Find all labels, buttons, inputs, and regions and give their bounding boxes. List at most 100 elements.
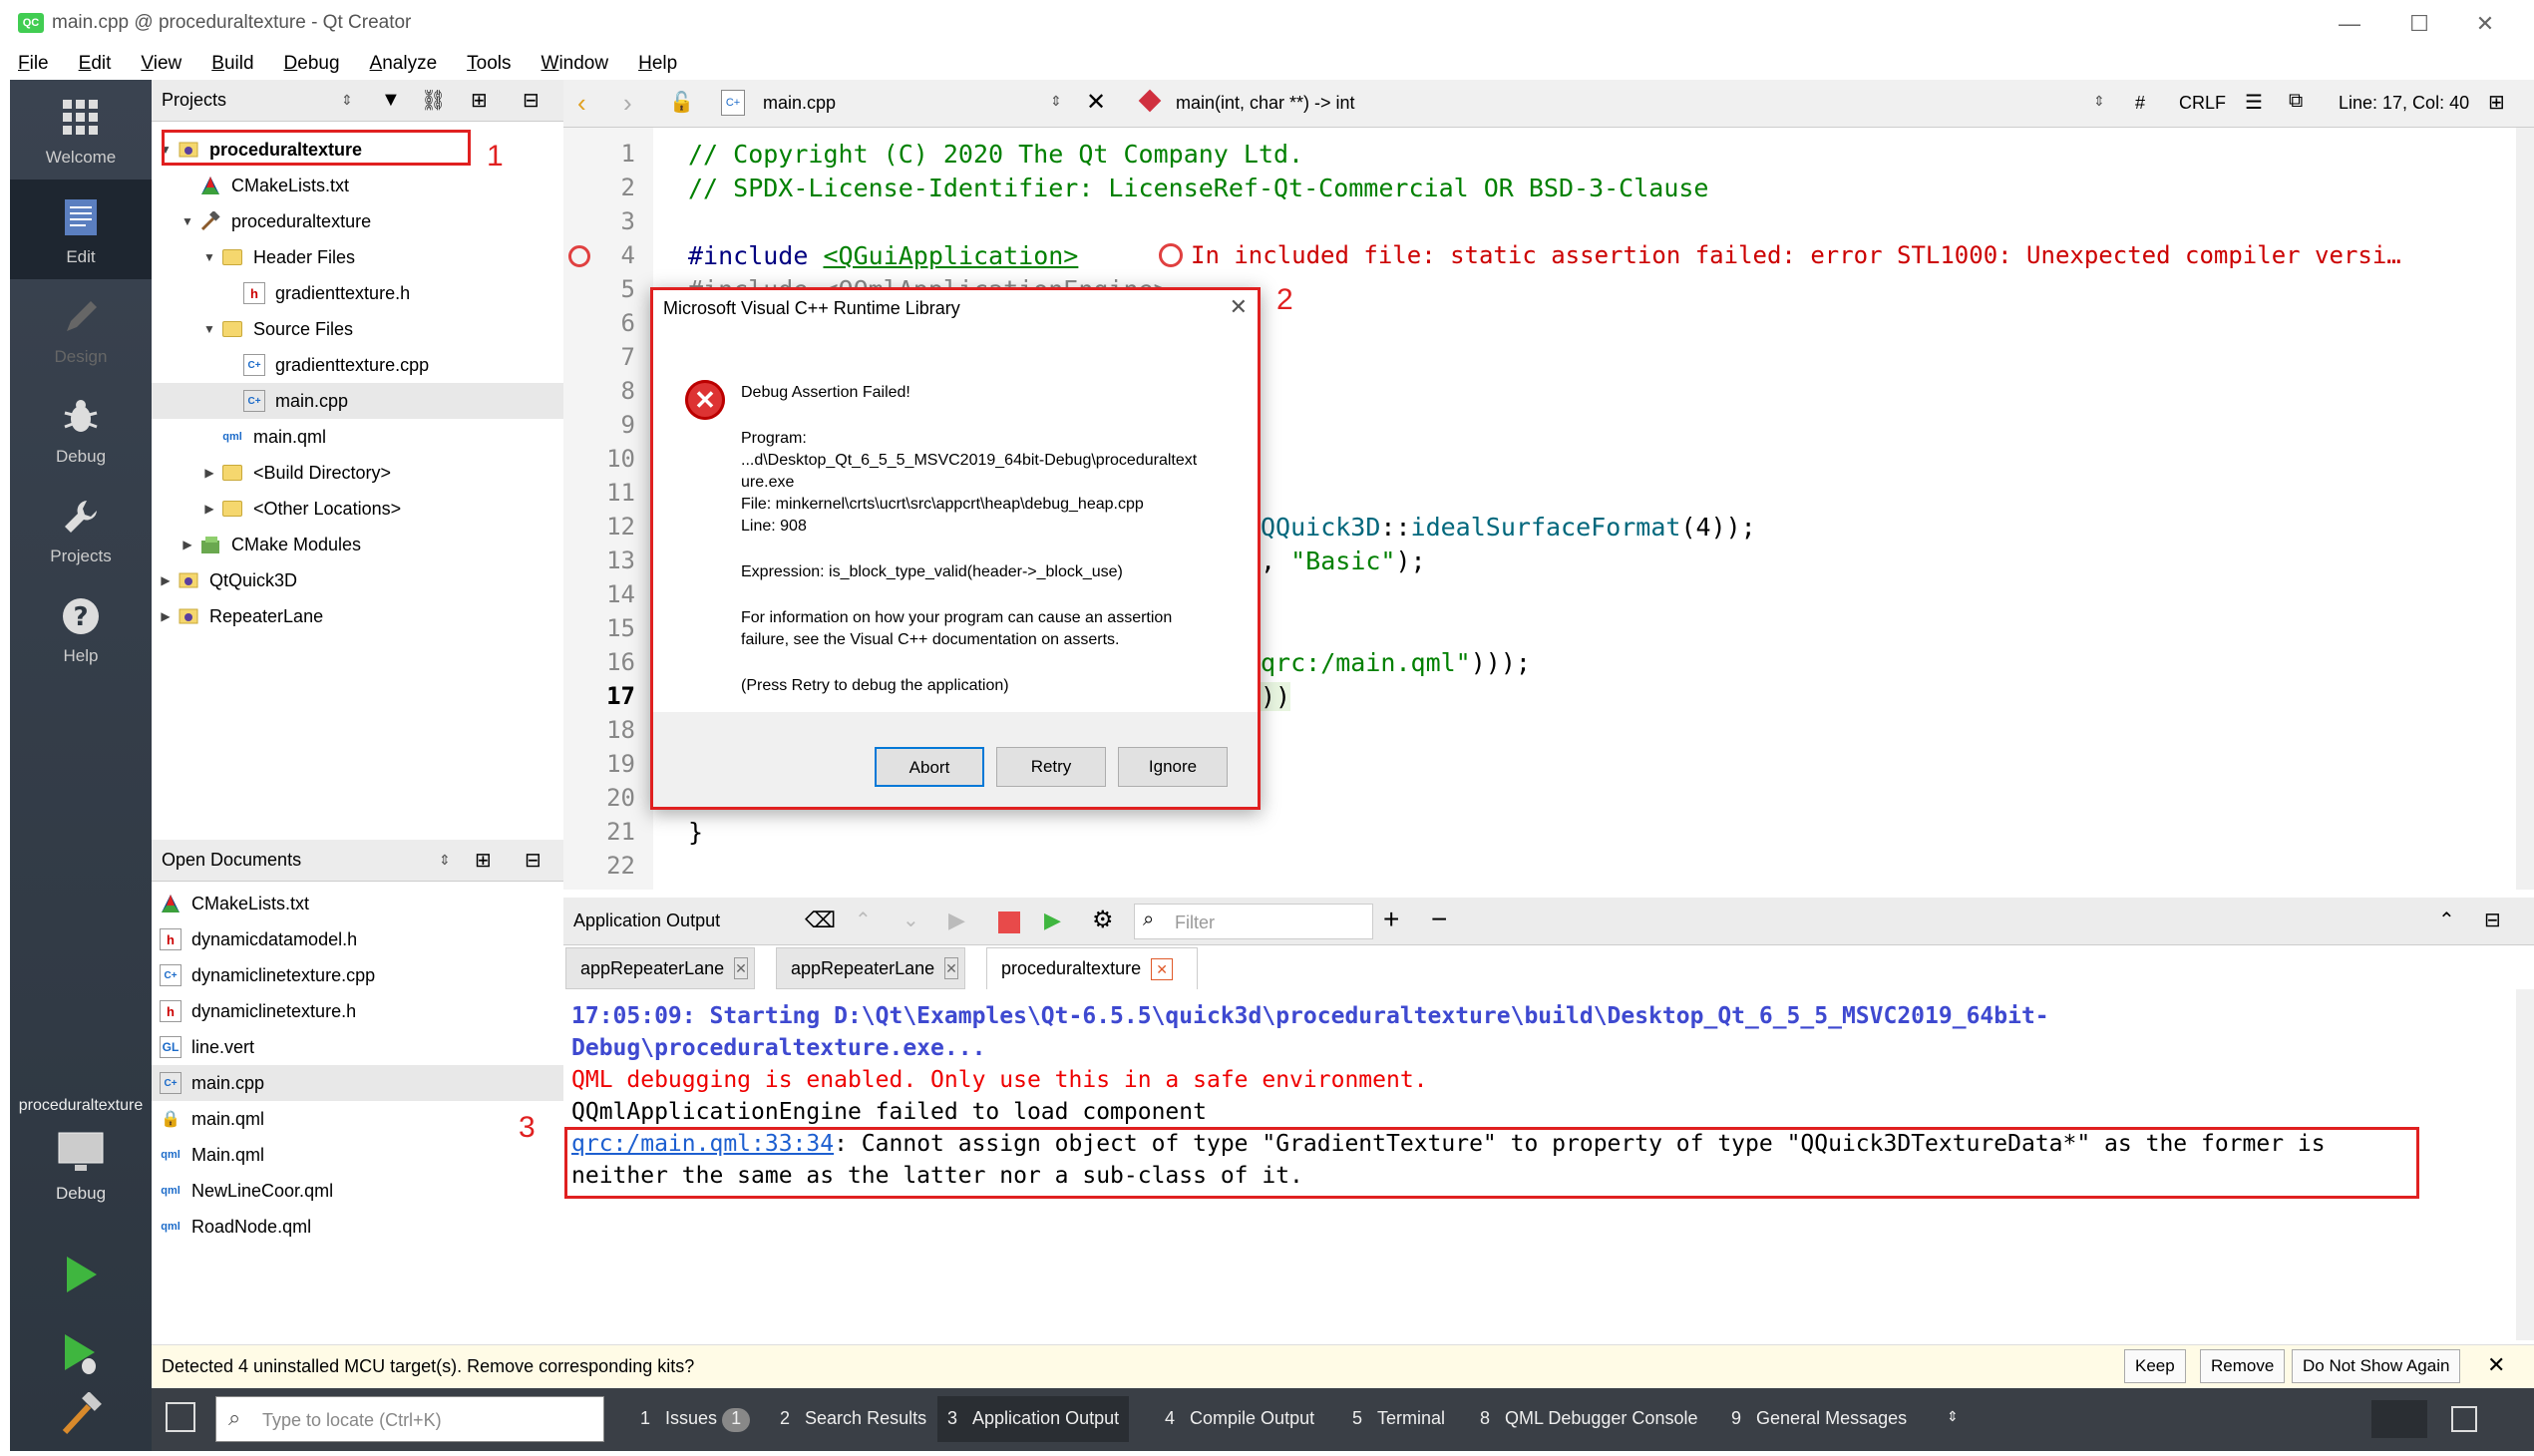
- search-results-pane-button[interactable]: 2 Search Results: [780, 1408, 926, 1429]
- menu-view[interactable]: View: [139, 51, 183, 77]
- menu-edit[interactable]: Edit: [77, 51, 114, 77]
- open-document-row[interactable]: C+ dynamiclinetexture.cpp: [152, 957, 563, 993]
- stop-icon[interactable]: [998, 911, 1020, 933]
- forward-icon[interactable]: ›: [623, 88, 632, 119]
- close-window-button[interactable]: ✕: [2455, 6, 2515, 42]
- attach-debugger-icon[interactable]: ▶: [1044, 908, 1061, 933]
- copy-icon[interactable]: ⧉: [2289, 90, 2303, 113]
- cursor-position[interactable]: Line: 17, Col: 40: [2339, 93, 2469, 114]
- open-document-row[interactable]: h dynamiclinetexture.h: [152, 993, 563, 1029]
- settings-icon[interactable]: ⚙: [1092, 906, 1114, 934]
- file-selector-icon[interactable]: ⇕: [1050, 93, 1062, 110]
- application-output-pane-button[interactable]: 3 Application Output: [937, 1396, 1130, 1442]
- current-file-name[interactable]: main.cpp: [763, 93, 836, 114]
- project-tree-row[interactable]: ▶ QtQuick3D: [152, 562, 563, 598]
- output-scrollbar[interactable]: [2516, 989, 2534, 1340]
- locator-input[interactable]: ⌕ Type to locate (Ctrl+K): [215, 1396, 604, 1442]
- close-tab-icon[interactable]: ✕: [734, 957, 748, 979]
- terminal-pane-button[interactable]: 5 Terminal: [1352, 1408, 1445, 1429]
- output-tab-3[interactable]: proceduraltexture ✕: [986, 947, 1198, 989]
- mode-welcome[interactable]: Welcome: [10, 80, 152, 180]
- split-editor-icon[interactable]: ⊞: [2488, 90, 2505, 115]
- open-document-row[interactable]: CMakeLists.txt: [152, 886, 563, 921]
- close-document-icon[interactable]: ✕: [1086, 88, 1106, 117]
- symbol-dropdown-icon[interactable]: ⇕: [2093, 93, 2105, 110]
- include-header[interactable]: <QGuiApplication>: [823, 241, 1078, 270]
- open-document-row[interactable]: 🔒 main.qml: [152, 1101, 563, 1137]
- issues-pane-button[interactable]: 1 Issues 1: [640, 1408, 751, 1432]
- project-tree-row[interactable]: ▼ Header Files: [152, 239, 563, 275]
- output-tab-1[interactable]: appRepeaterLane ✕: [565, 947, 755, 989]
- split-icon[interactable]: ⊞: [475, 848, 492, 873]
- run-button[interactable]: [10, 1237, 152, 1316]
- zoom-out-icon[interactable]: −: [1431, 904, 1447, 935]
- close-notification-icon[interactable]: ✕: [2487, 1352, 2505, 1378]
- close-tab-icon[interactable]: ✕: [1151, 957, 1174, 980]
- open-document-row[interactable]: qml RoadNode.qml: [152, 1209, 563, 1245]
- kit-selector[interactable]: Debug: [10, 1127, 152, 1207]
- symbol-selector[interactable]: main(int, char **) -> int: [1176, 93, 1355, 114]
- project-tree-row[interactable]: ▼ Source Files: [152, 311, 563, 347]
- collapsed-arrow-icon[interactable]: ▶: [158, 609, 174, 623]
- collapsed-arrow-icon[interactable]: ▶: [180, 538, 195, 551]
- expanded-arrow-icon[interactable]: ▼: [180, 214, 195, 228]
- next-icon[interactable]: ⌄: [903, 908, 919, 932]
- project-tree-row[interactable]: ▶ <Build Directory>: [152, 455, 563, 491]
- expanded-arrow-icon[interactable]: ▼: [201, 322, 217, 336]
- breakpoint-marker[interactable]: [568, 245, 590, 267]
- close-panel-icon[interactable]: ⊟: [523, 88, 540, 113]
- general-messages-pane-button[interactable]: 9 General Messages: [1731, 1408, 1907, 1429]
- progress-details-button[interactable]: [2371, 1400, 2427, 1438]
- menu-analyze[interactable]: Analyze: [368, 51, 440, 77]
- toggle-sidebar-icon[interactable]: [166, 1402, 195, 1432]
- output-filter-input[interactable]: ⌕ Filter: [1134, 904, 1373, 939]
- project-tree-row[interactable]: ▶ CMake Modules: [152, 527, 563, 562]
- prev-icon[interactable]: ⌃: [855, 908, 872, 932]
- open-document-row[interactable]: qml Main.qml: [152, 1137, 563, 1173]
- menu-debug[interactable]: Debug: [282, 51, 342, 77]
- close-tab-icon[interactable]: ✕: [944, 957, 958, 979]
- collapsed-arrow-icon[interactable]: ▶: [201, 502, 217, 516]
- project-tree-row[interactable]: h gradienttexture.h: [152, 275, 563, 311]
- menu-window[interactable]: Window: [540, 51, 611, 77]
- remove-button[interactable]: Remove: [2200, 1349, 2286, 1383]
- clean-icon[interactable]: ⌫: [805, 908, 836, 933]
- open-document-row[interactable]: C+ main.cpp: [152, 1065, 563, 1101]
- zoom-in-icon[interactable]: +: [1383, 904, 1399, 935]
- more-panes-icon[interactable]: ⇕: [1947, 1408, 1959, 1425]
- link-icon[interactable]: ⛓: [421, 88, 446, 113]
- toggle-right-sidebar-icon[interactable]: [2451, 1406, 2477, 1432]
- filter-icon[interactable]: ▼: [381, 89, 401, 112]
- format-icon[interactable]: ☰: [2245, 90, 2263, 115]
- back-icon[interactable]: ‹: [577, 88, 586, 119]
- split-icon[interactable]: ⊞: [471, 88, 488, 113]
- maximize-panel-icon[interactable]: ⌃: [2438, 908, 2455, 932]
- build-button[interactable]: [10, 1376, 152, 1456]
- output-tab-2[interactable]: appRepeaterLane ✕: [776, 947, 965, 989]
- collapsed-arrow-icon[interactable]: ▶: [201, 466, 217, 480]
- close-panel-icon[interactable]: ⊟: [525, 848, 542, 873]
- mode-help[interactable]: ? Help: [10, 578, 152, 678]
- do-not-show-again-button[interactable]: Do Not Show Again: [2292, 1349, 2461, 1383]
- mode-design[interactable]: Design: [10, 279, 152, 379]
- rerun-icon[interactable]: ▶: [948, 908, 965, 933]
- inline-error-annotation[interactable]: In included file: static assertion faile…: [1191, 241, 2401, 269]
- project-tree-row[interactable]: qml main.qml: [152, 419, 563, 455]
- compile-output-pane-button[interactable]: 4 Compile Output: [1165, 1408, 1314, 1429]
- open-document-row[interactable]: GL line.vert: [152, 1029, 563, 1065]
- project-tree-row[interactable]: C+ main.cpp: [152, 383, 563, 419]
- line-ending-indicator[interactable]: CRLF: [2179, 93, 2226, 114]
- close-panel-icon[interactable]: ⊟: [2484, 908, 2501, 932]
- hash-indicator[interactable]: #: [2135, 93, 2145, 114]
- maximize-button[interactable]: ☐: [2389, 6, 2449, 42]
- menu-tools[interactable]: Tools: [465, 51, 513, 77]
- editor-scrollbar[interactable]: [2516, 128, 2534, 890]
- expanded-arrow-icon[interactable]: ▼: [201, 250, 217, 264]
- project-tree-row[interactable]: ▶ <Other Locations>: [152, 491, 563, 527]
- mode-projects[interactable]: Projects: [10, 479, 152, 578]
- menu-help[interactable]: Help: [636, 51, 679, 77]
- mode-debug[interactable]: Debug: [10, 379, 152, 479]
- menu-build[interactable]: Build: [209, 51, 255, 77]
- collapsed-arrow-icon[interactable]: ▶: [158, 573, 174, 587]
- panel-selector-icon[interactable]: ⇕: [341, 92, 353, 109]
